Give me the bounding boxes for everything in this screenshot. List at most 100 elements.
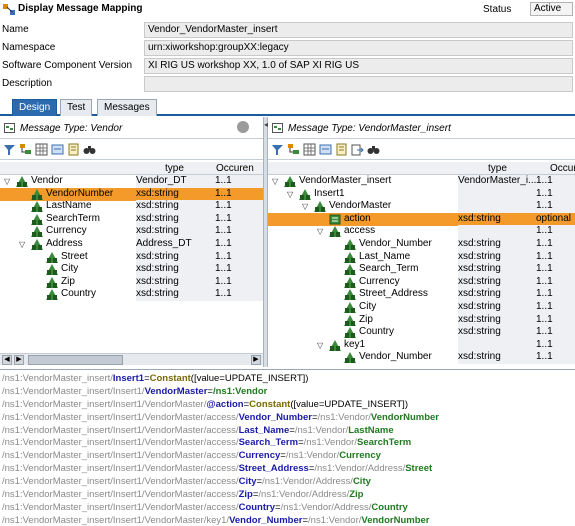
type-cell-background (458, 225, 575, 239)
document-icon[interactable] (335, 143, 348, 156)
swcv-field[interactable]: XI RIG US workshop XX, 1.0 of SAP XI RIG… (144, 58, 573, 74)
mapping-target-field: Insert1 (112, 373, 145, 384)
mapping-line[interactable]: /ns1:VendorMaster_insert/Insert1/VendorM… (0, 450, 575, 463)
node-occurrence: 1..1 (215, 250, 232, 262)
namespace-field[interactable]: urn:xiworkshop:groupXX:legacy (144, 40, 573, 56)
expand-toggle-icon[interactable]: ▽ (287, 190, 293, 199)
table-icon[interactable] (35, 143, 48, 156)
expand-toggle-icon[interactable]: ▽ (19, 240, 25, 249)
expand-toggle-icon[interactable]: ▽ (4, 177, 10, 186)
node-name: action (344, 212, 371, 224)
node-type: xsd:string (136, 288, 179, 300)
mapping-line[interactable]: /ns1:VendorMaster_insert/Insert1/VendorM… (0, 515, 575, 526)
expand-toggle-icon[interactable]: ▽ (317, 341, 323, 350)
tree-node-row[interactable]: Currency xsd:string 1..1 (268, 275, 575, 289)
node-occurrence: 1..1 (215, 263, 232, 275)
mapping-line[interactable]: /ns1:VendorMaster_insert/Insert1/VendorM… (0, 386, 575, 399)
tab-messages[interactable]: Messages (97, 99, 157, 116)
binoculars-icon[interactable] (83, 143, 96, 156)
scroll-end-icon[interactable]: ▶ (251, 355, 261, 365)
expand-toggle-icon[interactable]: ▽ (302, 202, 308, 211)
mapping-path: /ns1:Vendor/Address/ (314, 463, 406, 475)
element-node-icon (31, 239, 43, 250)
tree-node-row[interactable]: ▽ access 1..1 (268, 225, 575, 239)
tab-test[interactable]: Test (60, 99, 93, 116)
node-name: Vendor_Number (359, 238, 432, 249)
scroll-thumb[interactable] (28, 355, 123, 365)
source-horizontal-scrollbar[interactable]: ◀ ▶ ▶ (0, 353, 263, 365)
mapping-path: /ns1:Vendor/ (308, 514, 362, 526)
dependencies-icon[interactable] (319, 143, 332, 156)
tree-node-row[interactable]: ▽ VendorMaster_insert VendorMaster_i... 1..… (268, 175, 575, 188)
description-field[interactable] (144, 76, 573, 92)
tree-node-row[interactable]: Search_Term xsd:string 1..1 (268, 263, 575, 277)
tree-node-row[interactable]: ▽ Address Address_DT 1..1 (0, 238, 263, 251)
target-structure-pane: Message Type: VendorMaster_insert type O… (268, 117, 575, 367)
dependencies-icon[interactable] (51, 143, 64, 156)
element-node-icon (344, 289, 356, 301)
filter-icon[interactable] (3, 143, 16, 156)
mapping-line[interactable]: /ns1:VendorMaster_insert/Insert1/VendorM… (0, 425, 575, 438)
tree-node-row[interactable]: ▽ VendorMaster 1..1 (268, 200, 575, 214)
node-name: Insert1 (314, 187, 345, 199)
tree-node-row[interactable]: Country xsd:string 1..1 (0, 288, 263, 302)
mapping-target-field: Street_Address (238, 463, 309, 475)
tree-node-row[interactable]: VendorNumber xsd:string 1..1 (0, 187, 263, 201)
export-icon[interactable] (351, 143, 364, 156)
tree-structure-icon[interactable] (287, 143, 300, 156)
tree-node-row[interactable]: Zip xsd:string 1..1 (268, 313, 575, 327)
scroll-left-icon[interactable]: ◀ (2, 355, 12, 365)
node-occurrence: 1..1 (536, 250, 553, 262)
tree-node-row[interactable]: LastName xsd:string 1..1 (0, 200, 263, 214)
node-type: Vendor_DT (136, 175, 187, 186)
tree-node-row[interactable]: Street_Address xsd:string 1..1 (268, 288, 575, 302)
expand-toggle-icon[interactable]: ▽ (317, 227, 323, 236)
mapping-line[interactable]: /ns1:VendorMaster_insert/Insert1/VendorM… (0, 489, 575, 502)
status-field[interactable]: Active (530, 2, 573, 16)
name-field[interactable]: Vendor_VendorMaster_insert (144, 22, 573, 38)
node-name: VendorNumber (46, 187, 114, 199)
mapping-line[interactable]: /ns1:VendorMaster_insert/Insert1/VendorM… (0, 476, 575, 489)
node-name: Street_Address (359, 288, 428, 300)
tree-node-row[interactable]: Last_Name xsd:string 1..1 (268, 250, 575, 264)
document-icon[interactable] (67, 143, 80, 156)
element-node-icon (329, 339, 341, 351)
tab-design[interactable]: Design (12, 99, 58, 116)
node-occurrence: 1..1 (536, 326, 553, 338)
title-bar: Display Message Mapping Status Active (0, 0, 575, 20)
mapping-line[interactable]: /ns1:VendorMaster_insert/Insert1/VendorM… (0, 437, 575, 450)
node-occurrence: 1..1 (536, 288, 553, 300)
tree-node-row[interactable]: City xsd:string 1..1 (0, 263, 263, 277)
tree-node-row[interactable]: Zip xsd:string 1..1 (0, 275, 263, 289)
tree-structure-icon[interactable] (19, 143, 32, 156)
tree-node-row[interactable]: action xsd:string optional (268, 212, 575, 226)
tree-node-row[interactable]: ▽ key1 1..1 (268, 338, 575, 352)
mapping-line[interactable]: /ns1:VendorMaster_insert/Insert1/VendorM… (0, 463, 575, 476)
node-occurrence: optional (536, 212, 572, 224)
mapping-line[interactable]: /ns1:VendorMaster_insert/Insert1/VendorM… (0, 399, 575, 412)
tree-node-row[interactable]: SearchTerm xsd:string 1..1 (0, 212, 263, 226)
mapping-path: /ns1:VendorMaster_insert/Insert1/VendorM… (2, 424, 239, 436)
binoculars-icon[interactable] (367, 143, 380, 156)
mapping-line[interactable]: /ns1:VendorMaster_insert/Insert1=Constan… (0, 373, 575, 386)
mapping-line[interactable]: /ns1:VendorMaster_insert/Insert1/VendorM… (0, 412, 575, 425)
tree-node-row[interactable]: Vendor_Number xsd:string 1..1 (268, 351, 575, 365)
expand-toggle-icon[interactable]: ▽ (272, 177, 278, 186)
tree-node-row[interactable]: Street xsd:string 1..1 (0, 250, 263, 264)
tree-node-row[interactable]: City xsd:string 1..1 (268, 301, 575, 314)
element-node-icon (31, 201, 43, 213)
node-name: Zip (61, 275, 75, 287)
tree-node-row[interactable]: ▽ Vendor Vendor_DT 1..1 (0, 175, 263, 188)
table-icon[interactable] (303, 143, 316, 156)
tree-node-row[interactable]: Vendor_Number xsd:string 1..1 (268, 238, 575, 251)
scroll-right-icon[interactable]: ▶ (14, 355, 24, 365)
tree-node-row[interactable]: Currency xsd:string 1..1 (0, 225, 263, 239)
filter-icon[interactable] (271, 143, 284, 156)
mapping-line[interactable]: /ns1:VendorMaster_insert/Insert1/VendorM… (0, 502, 575, 515)
source-column-header: type Occuren (0, 162, 263, 175)
type-column-header: type (165, 163, 184, 174)
tree-node-row[interactable]: Country xsd:string 1..1 (268, 326, 575, 340)
gear-icon[interactable] (237, 121, 249, 133)
tree-node-row[interactable]: ▽ Insert1 1..1 (268, 187, 575, 201)
node-occurrence: 1..1 (536, 338, 553, 350)
